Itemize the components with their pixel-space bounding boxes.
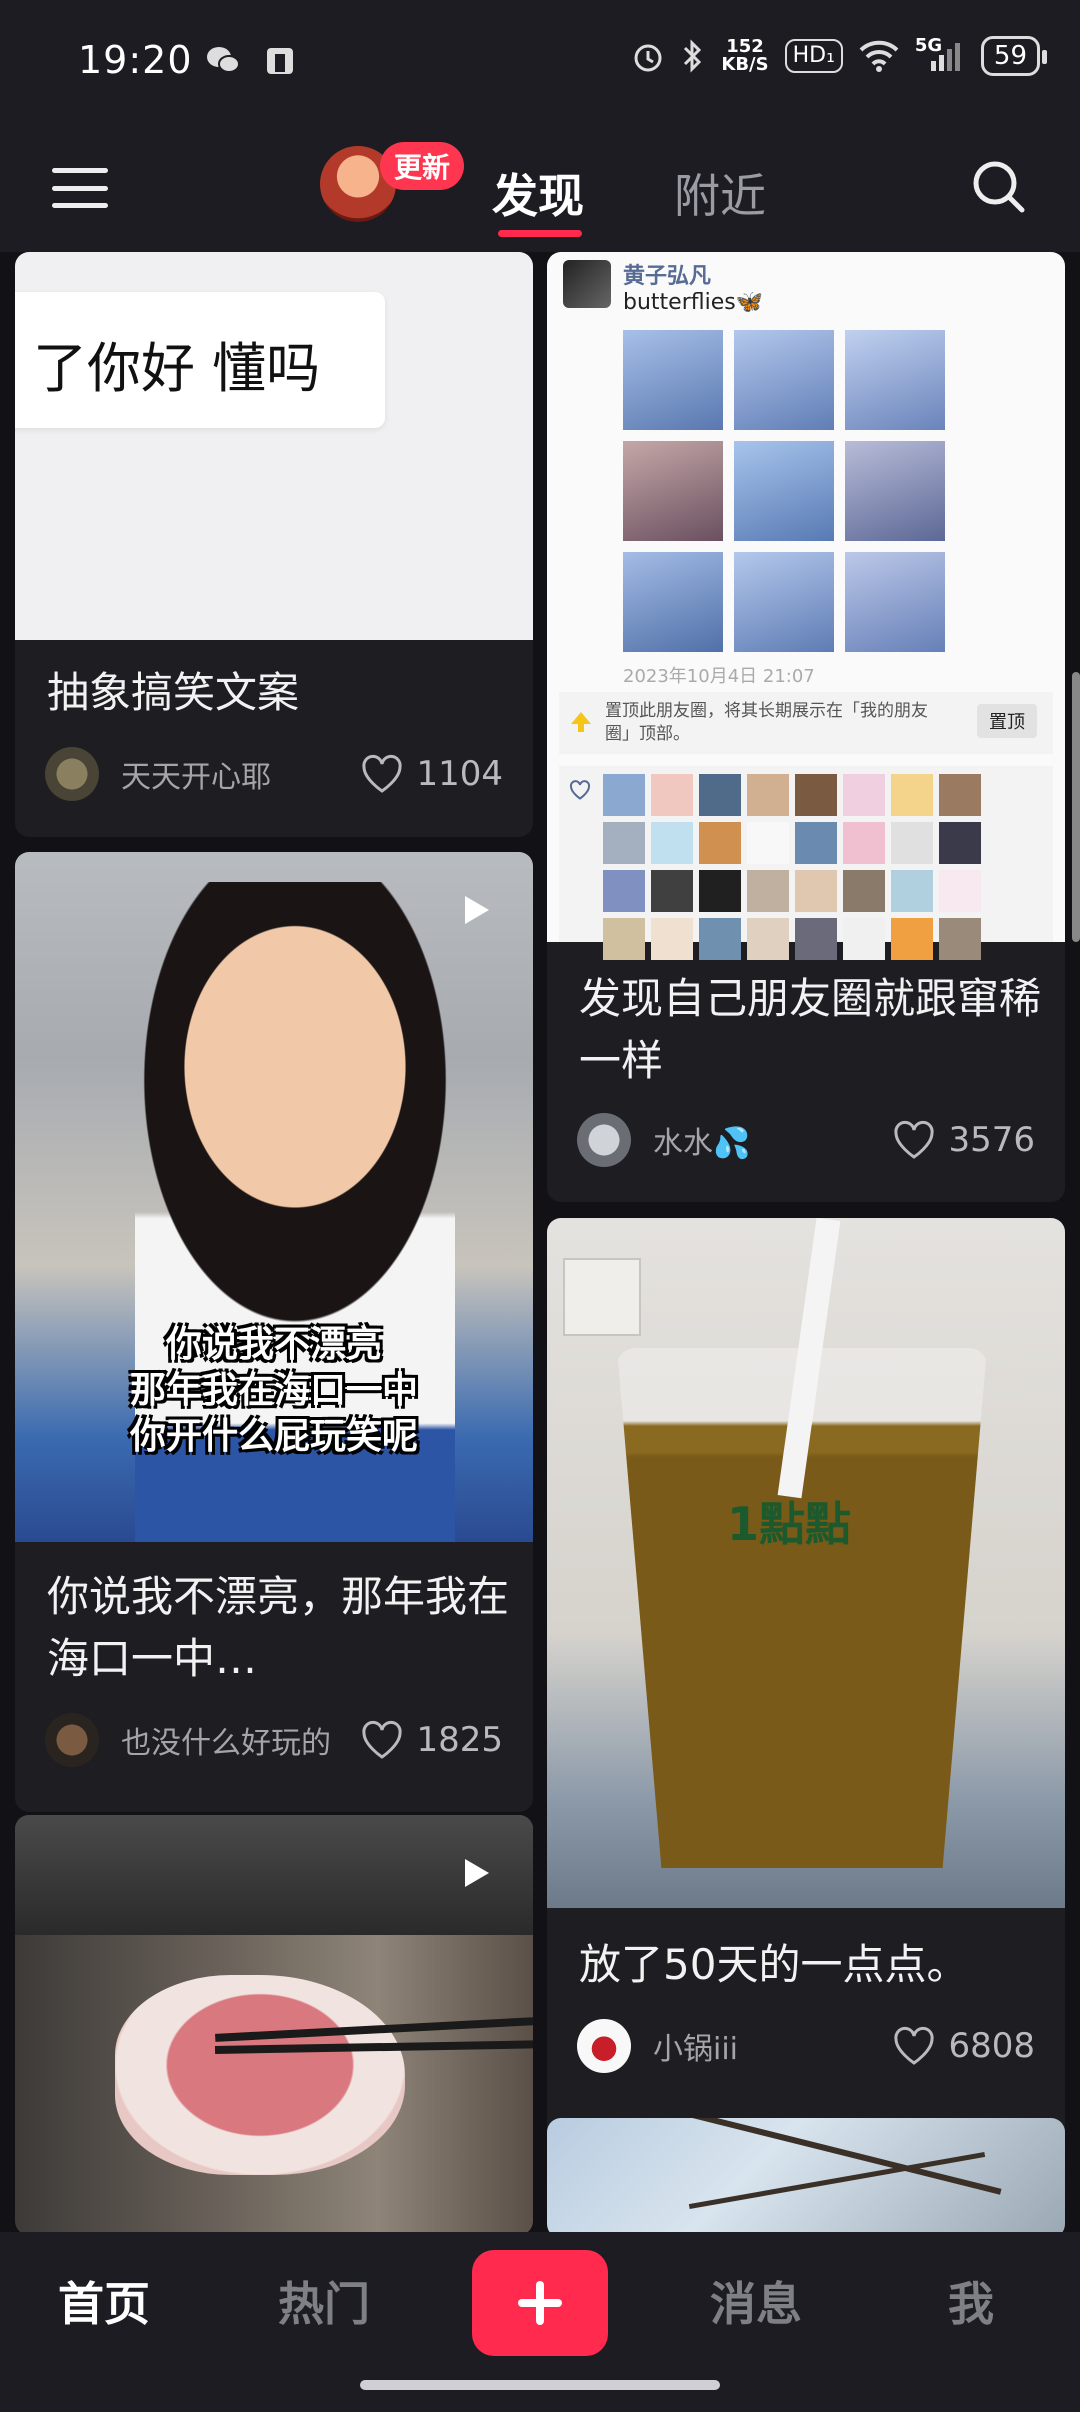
feed-card[interactable]: 了你好 懂吗 抽象搞笑文案 天天开心耶 1104 bbox=[15, 252, 533, 837]
play-icon bbox=[465, 896, 489, 924]
card-image: 1點點 bbox=[547, 1218, 1065, 1908]
nav-trending[interactable]: 热门 bbox=[278, 2268, 370, 2334]
status-time: 19:20 bbox=[78, 38, 193, 82]
active-tab-indicator bbox=[498, 230, 582, 237]
tab-nearby[interactable]: 附近 bbox=[674, 160, 766, 226]
author-name[interactable]: 小锅iii bbox=[653, 2024, 892, 2068]
like-heart-small-icon bbox=[569, 780, 591, 800]
author-name[interactable]: 水水💦 bbox=[653, 1118, 892, 1162]
like-button[interactable]: 1825 bbox=[360, 1720, 503, 1760]
like-count: 6808 bbox=[948, 2026, 1035, 2066]
card-title: 放了50天的一点点。 bbox=[579, 1940, 969, 1989]
battery-indicator: 59 bbox=[980, 36, 1048, 76]
home-indicator[interactable] bbox=[360, 2380, 720, 2390]
author-avatar[interactable] bbox=[577, 1113, 631, 1167]
feed-card[interactable]: 1點點 放了50天的一点点。 小锅iii 6808 bbox=[547, 1218, 1065, 2158]
pot-rim bbox=[15, 1815, 533, 1935]
net-speed: 152 KB/S bbox=[721, 36, 769, 75]
moments-date: 2023年10月4日 21:07 bbox=[623, 666, 815, 687]
heart-icon bbox=[894, 2026, 935, 2065]
like-count: 3576 bbox=[948, 1120, 1035, 1160]
like-button[interactable]: 1104 bbox=[360, 754, 503, 794]
pin-description: 置顶此朋友圈，将其长期展示在「我的朋友圈」顶部。 bbox=[605, 701, 928, 744]
status-bar: 19:20 152 KB/S HD₁ 5G 59 bbox=[0, 0, 1080, 120]
heart-icon bbox=[362, 1720, 403, 1759]
pin-panel: 置顶此朋友圈，将其长期展示在「我的朋友圈」顶部。 置顶 bbox=[559, 692, 1053, 754]
nav-messages[interactable]: 消息 bbox=[710, 2268, 802, 2334]
feed-card[interactable] bbox=[15, 1815, 533, 2232]
pin-button: 置顶 bbox=[977, 704, 1037, 738]
hd-badge: HD₁ bbox=[784, 39, 843, 73]
moments-likes-grid bbox=[559, 766, 1053, 960]
top-navigation: 更新 发现 附近 bbox=[0, 120, 1080, 252]
scrollbar[interactable] bbox=[1072, 672, 1080, 942]
like-count: 1825 bbox=[416, 1720, 503, 1760]
like-button[interactable]: 3576 bbox=[892, 1120, 1035, 1160]
menu-icon[interactable] bbox=[52, 168, 108, 208]
heart-icon bbox=[894, 1120, 935, 1159]
like-count: 1104 bbox=[416, 754, 503, 794]
pin-icon bbox=[571, 712, 591, 732]
alarm-icon bbox=[634, 44, 662, 72]
wechat-icon bbox=[207, 47, 240, 73]
feed-grid[interactable]: 了你好 懂吗 抽象搞笑文案 天天开心耶 1104 你说我不漂亮 那年我在海口一中… bbox=[0, 252, 1080, 2232]
card-title: 抽象搞笑文案 bbox=[47, 668, 300, 717]
app-notification-icon bbox=[267, 48, 293, 74]
author-name[interactable]: 也没什么好玩的 bbox=[121, 1718, 360, 1762]
moments-photo-grid bbox=[623, 330, 945, 652]
card-title: 你说我不漂亮，那年我在海口一中… bbox=[47, 1572, 510, 1683]
card-image: 了你好 懂吗 bbox=[15, 252, 533, 640]
card-image: 黄子弘凡 butterflies🦋 2023年10月4日 21:07 置顶此朋友… bbox=[547, 252, 1065, 960]
author-avatar[interactable] bbox=[577, 2019, 631, 2073]
wifi-icon bbox=[859, 40, 899, 72]
heart-icon bbox=[362, 754, 403, 793]
video-thumbnail bbox=[15, 1815, 533, 2232]
video-caption-overlay: 你说我不漂亮 那年我在海口一中 你开什么屁玩笑呢 bbox=[129, 1324, 418, 1457]
create-post-button[interactable] bbox=[472, 2250, 608, 2356]
update-badge[interactable]: 更新 bbox=[380, 142, 465, 190]
like-button[interactable]: 6808 bbox=[892, 2026, 1035, 2066]
wall-socket bbox=[563, 1258, 641, 1336]
author-name[interactable]: 天天开心耶 bbox=[121, 752, 360, 796]
video-thumbnail: 你说我不漂亮 那年我在海口一中 你开什么屁玩笑呢 bbox=[15, 852, 533, 1542]
bluetooth-icon bbox=[684, 39, 702, 73]
tab-discover[interactable]: 发现 bbox=[492, 160, 584, 226]
image-text-bubble: 了你好 懂吗 bbox=[15, 292, 385, 428]
moments-avatar bbox=[563, 260, 611, 308]
search-icon[interactable] bbox=[970, 158, 1026, 214]
bottom-navigation: 首页 热门 消息 我 bbox=[0, 2232, 1080, 2412]
author-avatar[interactable] bbox=[45, 747, 99, 801]
card-image bbox=[547, 2118, 1065, 2232]
liker-avatars bbox=[603, 774, 981, 960]
meat-slice bbox=[115, 1975, 405, 2175]
author-avatar[interactable] bbox=[45, 1713, 99, 1767]
cup-logo: 1點點 bbox=[727, 1497, 852, 1551]
nav-home[interactable]: 首页 bbox=[58, 2268, 150, 2334]
moments-name: 黄子弘凡 bbox=[623, 264, 712, 289]
moments-caption: butterflies🦋 bbox=[623, 290, 764, 315]
card-title: 发现自己朋友圈就跟窜稀一样 bbox=[579, 974, 1042, 1085]
nav-profile[interactable]: 我 bbox=[948, 2268, 994, 2334]
play-icon bbox=[465, 1859, 489, 1887]
feed-card-body[interactable]: 你说我不漂亮 那年我在海口一中 你开什么屁玩笑呢 你说我不漂亮，那年我在海口一中… bbox=[15, 852, 533, 1812]
feed-card[interactable] bbox=[547, 2118, 1065, 2232]
cellular-signal-icon: 5G bbox=[915, 35, 965, 73]
feed-card[interactable]: 黄子弘凡 butterflies🦋 2023年10月4日 21:07 置顶此朋友… bbox=[547, 252, 1065, 1202]
